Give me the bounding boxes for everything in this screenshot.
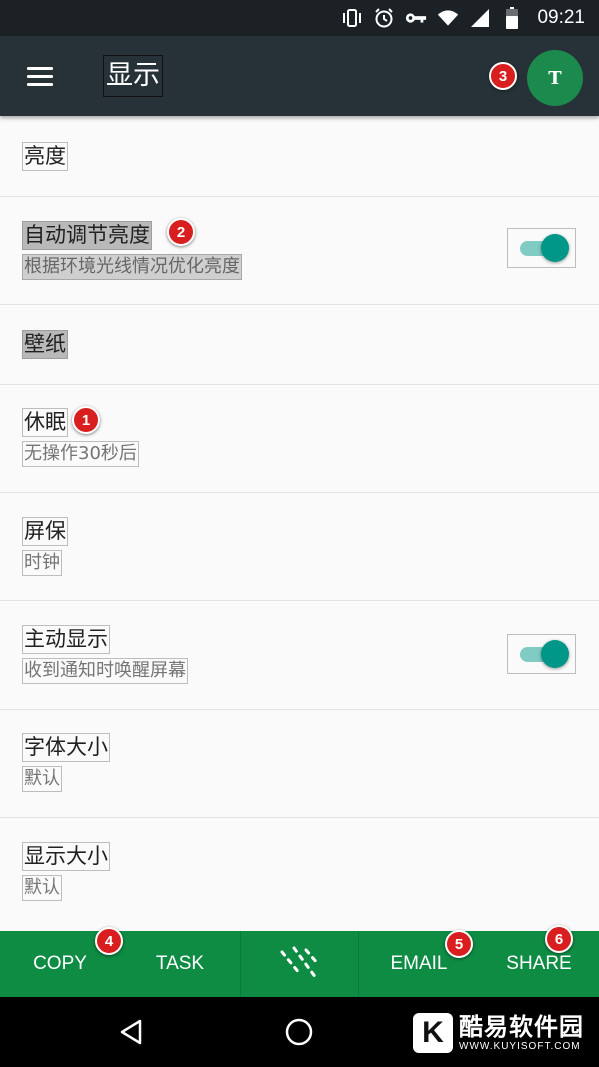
settings-item-screensaver[interactable]: 屏保 时钟 xyxy=(0,493,599,601)
item-subtitle: 收到通知时唤醒屏幕 xyxy=(22,658,188,684)
dotted-lines-icon[interactable] xyxy=(241,931,358,997)
settings-item-sleep[interactable]: 休眠 1 无操作30秒后 xyxy=(0,385,599,493)
settings-item-ambient-display[interactable]: 主动显示 收到通知时唤醒屏幕 xyxy=(0,601,599,710)
vibrate-icon xyxy=(341,7,363,29)
item-subtitle: 默认 xyxy=(22,766,62,792)
item-subtitle: 根据环境光线情况优化亮度 xyxy=(22,254,242,280)
settings-item-display-size[interactable]: 显示大小 默认 xyxy=(0,818,599,931)
task-button[interactable]: TASK xyxy=(120,931,240,997)
annotation-badge-5: 5 xyxy=(445,930,473,958)
item-subtitle: 默认 xyxy=(22,875,62,901)
annotation-badge-1: 1 xyxy=(72,406,100,434)
app-bar: 显示 3 T xyxy=(0,36,599,116)
watermark-logo: K xyxy=(413,1013,453,1053)
switch-thumb xyxy=(541,640,569,668)
item-title: 自动调节亮度 xyxy=(22,221,152,250)
avatar[interactable]: T xyxy=(527,50,583,106)
item-title: 屏保 xyxy=(22,517,68,546)
annotation-badge-4: 4 xyxy=(95,927,123,955)
ambient-display-toggle[interactable] xyxy=(507,634,576,674)
item-title: 休眠 xyxy=(22,408,68,437)
item-title: 显示大小 xyxy=(22,842,110,871)
action-bar: COPY TASK EMAIL SHARE xyxy=(0,931,599,997)
watermark-url: WWW.KUYISOFT.COM xyxy=(459,1041,581,1052)
item-title: 亮度 xyxy=(22,142,68,171)
watermark-title: 酷易软件园 xyxy=(459,1013,584,1041)
back-icon[interactable] xyxy=(113,1014,149,1050)
adaptive-brightness-toggle[interactable] xyxy=(507,228,576,268)
wifi-icon xyxy=(437,7,459,29)
settings-item-brightness[interactable]: 亮度 xyxy=(0,116,599,197)
item-subtitle: 无操作30秒后 xyxy=(22,441,139,467)
watermark: K 酷易软件园 WWW.KUYISOFT.COM xyxy=(413,1010,598,1056)
annotation-badge-3: 3 xyxy=(489,62,517,90)
settings-item-wallpaper[interactable]: 壁纸 xyxy=(0,305,599,385)
vpn-key-icon xyxy=(405,7,427,29)
settings-item-font-size[interactable]: 字体大小 默认 xyxy=(0,710,599,818)
item-subtitle: 时钟 xyxy=(22,550,62,576)
item-title: 字体大小 xyxy=(22,733,110,762)
home-icon[interactable] xyxy=(281,1014,317,1050)
battery-icon xyxy=(501,7,523,29)
status-bar: 09:21 xyxy=(0,0,599,36)
signal-icon xyxy=(469,7,491,29)
share-button[interactable]: SHARE xyxy=(479,931,599,997)
clock: 09:21 xyxy=(537,7,585,28)
menu-icon[interactable] xyxy=(20,58,60,94)
page-title: 显示 xyxy=(103,55,163,97)
item-title: 主动显示 xyxy=(22,625,110,654)
settings-item-adaptive-brightness[interactable]: 自动调节亮度 2 根据环境光线情况优化亮度 xyxy=(0,197,599,305)
item-title: 壁纸 xyxy=(22,330,68,359)
alarm-icon xyxy=(373,7,395,29)
switch-thumb xyxy=(541,234,569,262)
annotation-badge-6: 6 xyxy=(545,925,573,953)
annotation-badge-2: 2 xyxy=(167,218,195,246)
